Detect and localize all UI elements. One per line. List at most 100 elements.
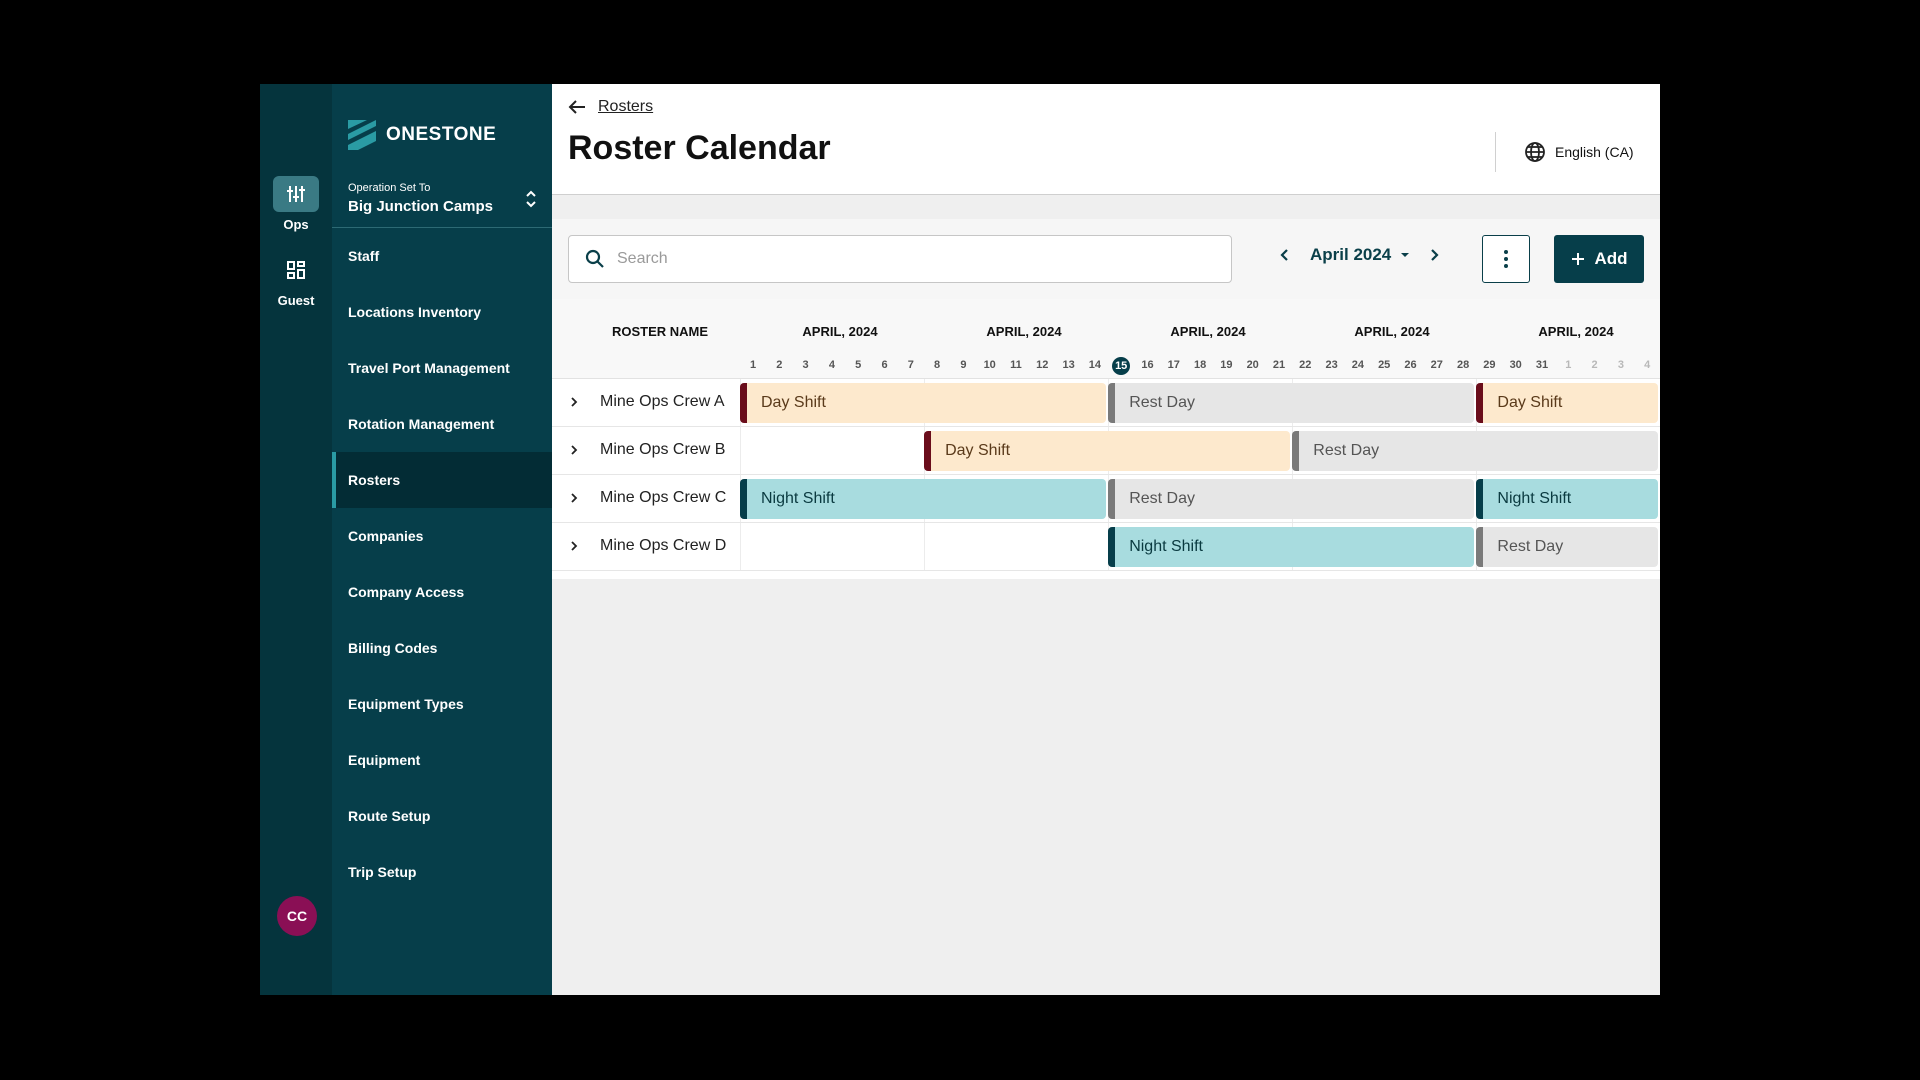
app-rail: Ops Guest CC xyxy=(260,84,332,995)
month-header: APRIL, 2024 xyxy=(1170,324,1246,339)
day-number: 14 xyxy=(1088,359,1102,371)
day-number: 26 xyxy=(1404,359,1417,371)
roster-name: Mine Ops Crew A xyxy=(600,393,725,410)
month-header: APRIL, 2024 xyxy=(802,324,878,339)
day-number: 12 xyxy=(1036,359,1049,371)
chevron-up-down-icon[interactable] xyxy=(524,188,538,215)
operation-value: Big Junction Camps xyxy=(348,198,494,215)
month-header: APRIL, 2024 xyxy=(1538,324,1614,339)
day-number: 1 xyxy=(749,359,757,371)
day-number: 25 xyxy=(1378,359,1391,371)
shift-bar[interactable]: Day Shift xyxy=(740,383,1107,423)
plus-icon xyxy=(1570,251,1586,267)
day-number: 19 xyxy=(1220,359,1233,371)
sidebar-item-trip-setup[interactable]: Trip Setup xyxy=(332,844,552,900)
chevron-right-icon[interactable] xyxy=(568,443,580,457)
sliders-icon xyxy=(273,176,319,212)
operation-selector[interactable]: Operation Set To Big Junction Camps xyxy=(348,182,552,228)
day-number: 3 xyxy=(1617,359,1624,371)
chevron-right-icon[interactable] xyxy=(568,491,580,505)
more-vertical-icon xyxy=(1503,249,1509,269)
month-header: APRIL, 2024 xyxy=(1354,324,1430,339)
sidebar-item-equipment-types[interactable]: Equipment Types xyxy=(332,676,552,732)
day-number: 2 xyxy=(776,359,783,371)
day-number: 3 xyxy=(802,359,809,371)
rail-item-guest[interactable]: Guest xyxy=(260,252,332,308)
day-number: 4 xyxy=(1644,359,1651,371)
roster-name: Mine Ops Crew C xyxy=(600,489,727,506)
day-number: 28 xyxy=(1456,359,1470,371)
day-number: 20 xyxy=(1246,359,1259,371)
day-number: 8 xyxy=(934,359,941,371)
day-number: 23 xyxy=(1325,359,1338,371)
shift-bar[interactable]: Night Shift xyxy=(1476,479,1659,519)
sidebar-item-equipment[interactable]: Equipment xyxy=(332,732,552,788)
chevron-right-icon[interactable] xyxy=(568,539,580,553)
search-field[interactable] xyxy=(568,235,1232,283)
sidebar-item-rosters[interactable]: Rosters xyxy=(332,452,552,508)
roster-name: Mine Ops Crew D xyxy=(600,537,727,554)
shift-bar[interactable]: Rest Day xyxy=(1292,431,1659,471)
shift-bar[interactable]: Night Shift xyxy=(740,479,1107,519)
day-number: 2 xyxy=(1591,359,1598,371)
breadcrumb[interactable]: Rosters xyxy=(598,98,653,116)
sidebar-item-billing-codes[interactable]: Billing Codes xyxy=(332,620,552,676)
day-number: 4 xyxy=(828,359,835,371)
day-number: 7 xyxy=(907,359,914,371)
language-selector[interactable]: English (CA) xyxy=(1524,141,1634,163)
shift-bar[interactable]: Rest Day xyxy=(1108,479,1475,519)
shift-bar[interactable]: Rest Day xyxy=(1476,527,1659,567)
shift-bar[interactable]: Rest Day xyxy=(1108,383,1475,423)
month-header: APRIL, 2024 xyxy=(986,324,1062,339)
calendar-header: ROSTER NAME APRIL, 2024 APRIL, 2024 APRI… xyxy=(552,299,1660,379)
caret-down-icon[interactable] xyxy=(1399,249,1411,261)
day-number: 13 xyxy=(1062,359,1075,371)
day-number: 24 xyxy=(1351,359,1365,371)
roster-calendar: ROSTER NAME APRIL, 2024 APRIL, 2024 APRI… xyxy=(552,299,1660,579)
grid-icon xyxy=(273,252,319,288)
search-icon xyxy=(585,249,605,269)
sidebar: ONESTONE Operation Set To Big Junction C… xyxy=(332,84,552,995)
more-options-button[interactable] xyxy=(1482,235,1530,283)
arrow-left-icon xyxy=(568,99,586,115)
month-label[interactable]: April 2024 xyxy=(1310,245,1391,265)
divider xyxy=(1495,132,1496,172)
day-number: 18 xyxy=(1193,359,1207,371)
sidebar-item-rotation-management[interactable]: Rotation Management xyxy=(332,396,552,452)
chevron-right-icon[interactable] xyxy=(568,395,580,409)
rail-item-ops[interactable]: Ops xyxy=(260,176,332,232)
day-number: 16 xyxy=(1141,359,1154,371)
onestone-logo-icon xyxy=(348,120,376,150)
day-number: 17 xyxy=(1167,359,1180,371)
day-number: 30 xyxy=(1509,359,1522,371)
day-number-today: 15 xyxy=(1112,357,1131,375)
day-number: 1 xyxy=(1565,359,1572,371)
shift-bar[interactable]: Day Shift xyxy=(924,431,1291,471)
shift-bar[interactable]: Day Shift xyxy=(1476,383,1659,423)
main-content: Rosters Roster Calendar English (CA) Sea… xyxy=(552,84,1660,995)
day-number: 9 xyxy=(960,359,967,371)
day-number: 31 xyxy=(1535,359,1549,371)
day-number: 22 xyxy=(1299,359,1312,371)
sidebar-item-locations-inventory[interactable]: Locations Inventory xyxy=(332,284,552,340)
day-number: 21 xyxy=(1272,359,1286,371)
sidebar-item-staff[interactable]: Staff xyxy=(332,228,552,284)
shift-bar[interactable]: Night Shift xyxy=(1108,527,1475,567)
add-button-label: Add xyxy=(1594,249,1628,268)
month-navigator: April 2024 xyxy=(1278,245,1441,265)
brand-name: ONESTONE xyxy=(386,124,497,145)
language-label: English (CA) xyxy=(1555,144,1634,160)
sidebar-item-travel-port-management[interactable]: Travel Port Management xyxy=(332,340,552,396)
day-number: 29 xyxy=(1483,359,1496,371)
avatar[interactable]: CC xyxy=(277,896,317,936)
back-link[interactable]: Rosters xyxy=(568,98,653,116)
add-button[interactable]: Add xyxy=(1554,235,1644,283)
chevron-right-icon[interactable] xyxy=(1427,247,1441,263)
chevron-left-icon[interactable] xyxy=(1278,247,1292,263)
sidebar-item-companies[interactable]: Companies xyxy=(332,508,552,564)
calendar-toolbar: April 2024 Add xyxy=(552,219,1660,299)
sidebar-item-company-access[interactable]: Company Access xyxy=(332,564,552,620)
sidebar-item-route-setup[interactable]: Route Setup xyxy=(332,788,552,844)
search-input[interactable] xyxy=(617,250,1217,268)
day-number: 27 xyxy=(1430,359,1443,371)
